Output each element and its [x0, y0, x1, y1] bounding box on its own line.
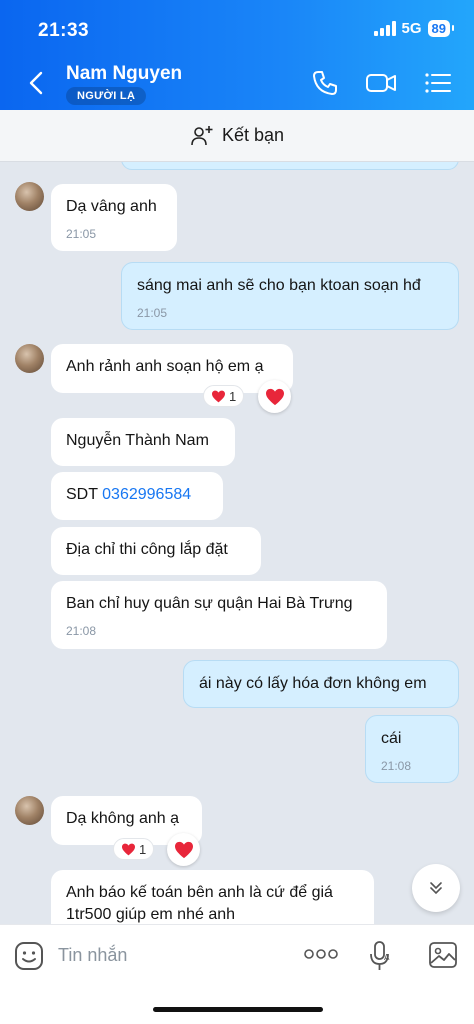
- reaction-count-value: 1: [139, 841, 147, 857]
- heart-icon: [122, 843, 135, 855]
- video-call-icon[interactable]: [365, 68, 397, 98]
- message-bubble-in[interactable]: Nguyễn Thành Nam: [51, 418, 235, 466]
- scroll-to-bottom-button[interactable]: [412, 864, 460, 912]
- add-user-icon: [191, 125, 213, 145]
- message-text: SDT: [66, 486, 103, 503]
- reaction-count-value: 1: [229, 388, 237, 404]
- message-text-line: Anh báo kế toán bên anh là cứ để giá: [66, 884, 333, 901]
- menu-list-icon[interactable]: [423, 68, 453, 98]
- contact-avatar[interactable]: [15, 182, 44, 211]
- message-bubble-in[interactable]: SDT 0362996584: [51, 472, 223, 520]
- svg-text:A: A: [384, 953, 390, 962]
- battery-icon: 89: [427, 20, 455, 37]
- react-heart-button[interactable]: [258, 380, 291, 413]
- home-indicator: [153, 1007, 323, 1012]
- message-bubble-out-previous[interactable]: [121, 162, 459, 170]
- message-time: 21:05: [137, 306, 168, 320]
- message-text: Anh rảnh anh soạn hộ em ạ: [66, 358, 264, 375]
- reaction-count[interactable]: 1: [203, 385, 245, 407]
- message-time: 21:08: [381, 759, 412, 773]
- message-time: 21:05: [66, 227, 97, 241]
- message-text: Nguyễn Thành Nam: [66, 432, 209, 449]
- add-friend-button[interactable]: Kết bạn: [0, 110, 474, 162]
- phone-call-icon[interactable]: [310, 68, 340, 98]
- more-options-icon[interactable]: [304, 947, 338, 961]
- message-text: sáng mai anh sẽ cho bạn ktoan soạn hđ: [137, 277, 421, 294]
- back-arrow-icon[interactable]: [24, 70, 50, 96]
- message-bubble-in[interactable]: Anh báo kế toán bên anh là cứ để giá 1tr…: [51, 870, 374, 924]
- voice-mic-icon[interactable]: A: [367, 940, 393, 972]
- sticker-emoji-icon[interactable]: [14, 941, 44, 971]
- message-bubble-out[interactable]: sáng mai anh sẽ cho bạn ktoan soạn hđ 21…: [121, 262, 459, 330]
- message-text: Dạ không anh ạ: [66, 810, 179, 827]
- message-bubble-in[interactable]: Địa chỉ thi công lắp đặt: [51, 527, 261, 575]
- signal-icon: [373, 21, 396, 36]
- status-indicators: 5G 89: [373, 20, 455, 37]
- heart-icon: [174, 841, 193, 858]
- message-time: 21:08: [66, 624, 97, 638]
- message-text: cái: [381, 730, 402, 747]
- message-input[interactable]: Tin nhắn: [58, 945, 127, 966]
- network-type: 5G: [401, 20, 422, 37]
- contact-avatar[interactable]: [15, 796, 44, 825]
- status-time: 21:33: [38, 20, 90, 41]
- message-text: Địa chỉ thi công lắp đặt: [66, 541, 228, 558]
- phone-number-link[interactable]: 0362996584: [102, 486, 191, 503]
- message-bubble-out[interactable]: cái 21:08: [365, 715, 459, 783]
- message-bubble-in[interactable]: Ban chỉ huy quân sự quận Hai Bà Trưng 21…: [51, 581, 387, 649]
- stranger-badge: NGƯỜI LẠ: [66, 87, 147, 105]
- message-text: Ban chỉ huy quân sự quận Hai Bà Trưng: [66, 595, 353, 612]
- double-chevron-down-icon: [430, 882, 442, 895]
- message-bubble-in[interactable]: Dạ vâng anh 21:05: [51, 184, 177, 251]
- message-text: Dạ vâng anh: [66, 198, 157, 215]
- reaction-count[interactable]: 1: [113, 838, 155, 860]
- message-bubble-in[interactable]: Anh rảnh anh soạn hộ em ạ: [51, 344, 293, 393]
- heart-icon: [265, 388, 284, 405]
- contact-avatar[interactable]: [15, 344, 44, 373]
- add-friend-label: Kết bạn: [221, 125, 285, 145]
- message-text-line: 1tr500 giúp em nhé anh: [66, 906, 236, 923]
- contact-name[interactable]: Nam Nguyen: [66, 63, 182, 85]
- message-list[interactable]: Dạ vâng anh 21:05 sáng mai anh sẽ cho bạ…: [0, 162, 474, 924]
- message-bubble-out[interactable]: ái này có lấy hóa đơn không em: [183, 660, 459, 708]
- message-text: ái này có lấy hóa đơn không em: [199, 675, 427, 692]
- chat-header: 21:33 5G 89 Nam Nguyen NGƯỜI LẠ: [0, 0, 474, 110]
- react-heart-button[interactable]: [167, 833, 200, 866]
- image-gallery-icon[interactable]: [428, 941, 458, 969]
- heart-icon: [212, 390, 225, 402]
